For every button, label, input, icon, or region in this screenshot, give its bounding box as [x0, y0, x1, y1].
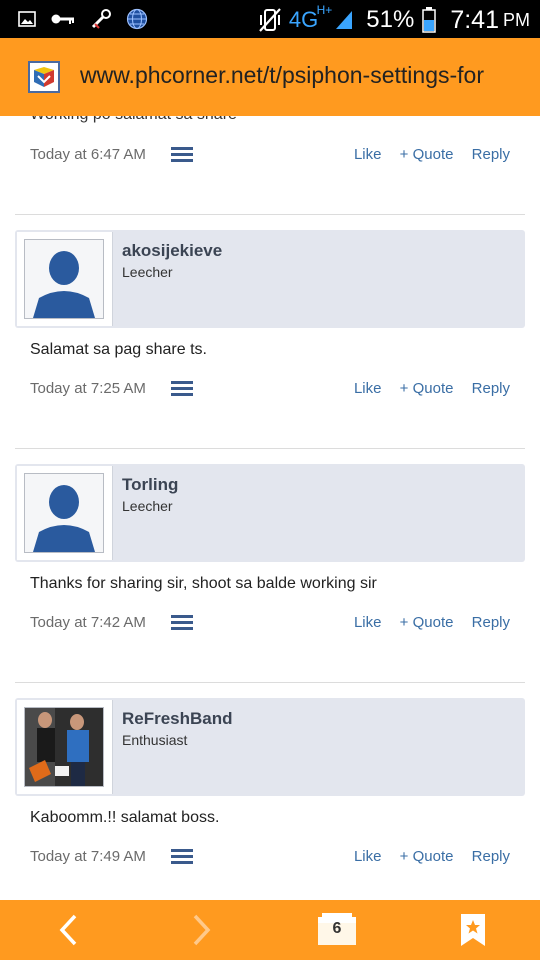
- forward-icon: [193, 914, 211, 946]
- quote-link[interactable]: + Quote: [400, 848, 454, 865]
- avatar-frame: [17, 700, 113, 794]
- post-timestamp[interactable]: Today at 7:25 AM: [30, 380, 146, 397]
- like-link[interactable]: Like: [354, 614, 382, 631]
- post-actions: Like + Quote Reply: [340, 146, 510, 163]
- default-avatar-icon[interactable]: [24, 239, 104, 319]
- globe-icon: [126, 8, 148, 30]
- avatar-frame: [17, 466, 113, 560]
- post-footer: Today at 7:25 AM Like + Quote Reply: [30, 378, 510, 402]
- user-info-box: akosijekieve Leecher: [15, 230, 525, 328]
- reply-link[interactable]: Reply: [472, 614, 510, 631]
- tabs-button[interactable]: 6: [307, 900, 367, 960]
- post-divider: [15, 448, 525, 449]
- bookmark-icon: [461, 914, 485, 946]
- like-link[interactable]: Like: [354, 848, 382, 865]
- user-info-box: Torling Leecher: [15, 464, 525, 562]
- system-status: 4G H+ 51% 7:41 PM: [251, 2, 530, 38]
- tools-icon: [90, 8, 112, 30]
- user-title: Leecher: [122, 264, 173, 280]
- address-bar[interactable]: www.phcorner.net/t/psiphon-settings-for: [0, 38, 540, 116]
- like-link[interactable]: Like: [354, 380, 382, 397]
- reply-link[interactable]: Reply: [472, 146, 510, 163]
- post-timestamp[interactable]: Today at 7:49 AM: [30, 848, 146, 865]
- bottom-nav-bar: 6: [0, 900, 540, 960]
- username[interactable]: ReFreshBand: [122, 709, 233, 729]
- thread-feed[interactable]: Working po salamat sa share Today at 6:4…: [0, 116, 540, 900]
- user-info-box: ReFreshBand Enthusiast: [15, 698, 525, 796]
- post-actions: Like + Quote Reply: [340, 380, 510, 397]
- post-message: Kaboomm.!! salamat boss.: [30, 809, 220, 826]
- user-photo-avatar[interactable]: [24, 707, 104, 787]
- post-footer: Today at 7:49 AM Like + Quote Reply: [30, 846, 510, 870]
- post-message: Working po salamat sa share: [30, 116, 237, 124]
- url-text[interactable]: www.phcorner.net/t/psiphon-settings-for: [80, 62, 484, 89]
- post-footer: Today at 7:42 AM Like + Quote Reply: [30, 612, 510, 636]
- reply-link[interactable]: Reply: [472, 848, 510, 865]
- post-menu-icon[interactable]: [171, 615, 193, 633]
- quote-link[interactable]: + Quote: [400, 380, 454, 397]
- post-actions: Like + Quote Reply: [340, 614, 510, 631]
- quote-link[interactable]: + Quote: [400, 146, 454, 163]
- bookmark-button[interactable]: [443, 900, 503, 960]
- vibrate-icon: [259, 7, 281, 33]
- post-divider: [15, 214, 525, 215]
- post-timestamp[interactable]: Today at 6:47 AM: [30, 146, 146, 163]
- reply-link[interactable]: Reply: [472, 380, 510, 397]
- post-menu-icon[interactable]: [171, 381, 193, 399]
- status-bar: 4G H+ 51% 7:41 PM: [0, 0, 540, 38]
- username[interactable]: akosijekieve: [122, 241, 222, 261]
- post-menu-icon[interactable]: [171, 849, 193, 867]
- user-title: Leecher: [122, 498, 173, 514]
- like-link[interactable]: Like: [354, 146, 382, 163]
- battery-icon: [422, 7, 437, 33]
- user-title: Enthusiast: [122, 732, 188, 748]
- post-message: Thanks for sharing sir, shoot sa balde w…: [30, 575, 377, 592]
- image-icon: [18, 10, 36, 28]
- post-divider: [15, 682, 525, 683]
- key-icon: [50, 10, 76, 28]
- post-timestamp[interactable]: Today at 7:42 AM: [30, 614, 146, 631]
- network-type: 4G H+: [288, 3, 333, 32]
- default-avatar-icon[interactable]: [24, 473, 104, 553]
- post-menu-icon[interactable]: [171, 147, 193, 165]
- tab-count: 6: [332, 920, 342, 937]
- clock: 7:41 PM: [450, 5, 530, 34]
- post-actions: Like + Quote Reply: [340, 848, 510, 865]
- post-footer: Today at 6:47 AM Like + Quote Reply: [30, 144, 510, 168]
- back-icon: [59, 914, 77, 946]
- browser-screen: 4G H+ 51% 7:41 PM www.phcorner.net/t/psiph…: [0, 0, 540, 960]
- post-message: Salamat sa pag share ts.: [30, 341, 207, 358]
- battery-level: 51%: [366, 6, 415, 33]
- avatar-frame: [17, 232, 113, 326]
- signal-icon: [334, 9, 354, 31]
- notification-icons: [18, 8, 162, 30]
- username[interactable]: Torling: [122, 475, 178, 495]
- back-button[interactable]: [38, 900, 98, 960]
- quote-link[interactable]: + Quote: [400, 614, 454, 631]
- forward-button[interactable]: [172, 900, 232, 960]
- site-favicon-icon[interactable]: [28, 61, 60, 93]
